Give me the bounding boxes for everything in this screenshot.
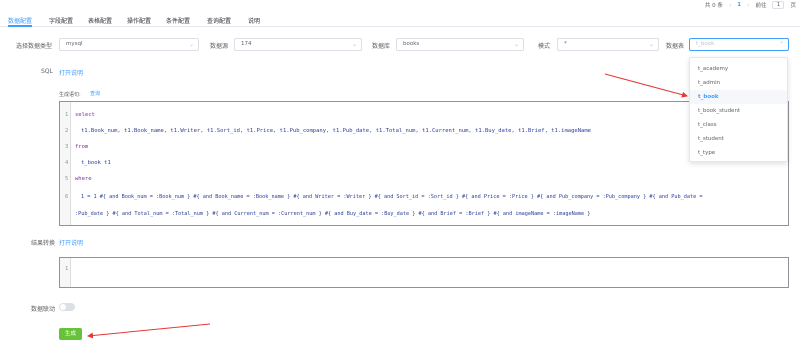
tab-data-config[interactable]: 数据配置 — [8, 16, 32, 25]
goto-label: 前往 — [755, 3, 767, 9]
goto-page-input[interactable]: 1 — [772, 1, 785, 9]
dropdown-option[interactable]: t_academy — [690, 62, 787, 76]
code-text: where — [75, 176, 92, 182]
db-type-select[interactable]: mysql ⌄ — [59, 38, 199, 51]
line-number: 4 — [65, 160, 69, 166]
total-count: 共 0 条 — [704, 3, 723, 9]
code-text: 1 = 1 #{ and Book_num = :Book_num } #{ a… — [81, 194, 703, 200]
db-type-label: 选择数据类型 — [16, 43, 53, 50]
schema-label: 模式 — [538, 43, 551, 50]
line-number: 5 — [65, 176, 69, 182]
code-text: t_book t1 — [81, 160, 111, 166]
datasource-label: 数据源 — [210, 43, 229, 50]
dropdown-option[interactable]: t_student — [690, 132, 787, 146]
line-number: 1 — [65, 266, 69, 272]
config-tabs: 数据配置 字段配置 表格配置 操作配置 条件配置 查询配置 说明 — [0, 13, 800, 27]
dropdown-option[interactable]: t_class — [690, 118, 787, 132]
result-editor[interactable]: 1 — [59, 257, 789, 288]
chevron-down-icon: ⌄ — [351, 41, 357, 48]
gen-query-link[interactable]: 查询 — [90, 90, 100, 97]
active-tab-indicator — [8, 25, 32, 27]
chevron-down-icon: ⌄ — [513, 41, 519, 48]
result-help-link[interactable]: 打开说明 — [59, 238, 83, 247]
tab-condition-config[interactable]: 条件配置 — [166, 16, 190, 25]
code-text: :Pub_date } #{ and Total_num = :Total_nu… — [75, 211, 591, 217]
chevron-down-icon: ⌄ — [648, 41, 654, 48]
sql-label: SQL — [41, 68, 53, 75]
chevron-down-icon: ⌄ — [188, 41, 194, 48]
current-page[interactable]: 1 — [737, 2, 741, 8]
database-select[interactable]: books ⌄ — [396, 38, 524, 51]
database-value: books — [403, 41, 420, 47]
code-text: select — [75, 112, 95, 118]
prev-page-icon[interactable]: ‹ — [729, 2, 731, 9]
code-text: t1.Book_num, t1.Book_name, t1.Writer, t1… — [81, 128, 591, 134]
arrow-to-t-book — [604, 73, 688, 98]
result-convert-label: 结果转换 — [31, 240, 56, 247]
code-text: from — [75, 144, 89, 150]
dropdown-option-selected[interactable]: t_book — [690, 90, 787, 104]
pagination: 共 0 条 ‹ 1 › 前往 1 页 — [705, 0, 800, 10]
tab-table-config[interactable]: 表格配置 — [88, 16, 112, 25]
table-label: 数据表 — [666, 43, 685, 50]
table-placeholder: t_book — [696, 41, 715, 47]
tab-action-config[interactable]: 操作配置 — [127, 16, 151, 25]
dropdown-option[interactable]: t_type — [690, 146, 787, 160]
filter-bar: 选择数据类型 mysql ⌄ 数据源 174 ⌄ 数据库 books ⌄ 模式 … — [0, 38, 800, 51]
line-number: 3 — [65, 144, 69, 150]
line-number: 2 — [65, 128, 69, 134]
schema-value: * — [564, 41, 567, 47]
dropdown-option[interactable]: t_admin — [690, 76, 787, 90]
datasource-value: 174 — [241, 41, 252, 47]
generate-button[interactable]: 生成 — [59, 328, 82, 340]
dropdown-option[interactable]: t_book_student — [690, 104, 787, 118]
tab-field-config[interactable]: 字段配置 — [49, 16, 73, 25]
table-dropdown: t_academy t_admin t_book t_book_student … — [689, 57, 788, 162]
tab-description[interactable]: 说明 — [248, 16, 260, 25]
datasource-select[interactable]: 174 ⌄ — [234, 38, 362, 51]
chevron-up-icon: ⌃ — [778, 41, 784, 48]
table-select[interactable]: t_book ⌃ — [689, 38, 789, 51]
data-linkage-switch[interactable] — [59, 303, 75, 311]
next-page-icon[interactable]: › — [747, 2, 749, 9]
switch-knob — [60, 304, 66, 310]
sql-help-link[interactable]: 打开说明 — [59, 68, 83, 77]
line-number: 6 — [65, 194, 69, 200]
sql-editor[interactable]: 1 select 2 t1.Book_num, t1.Book_name, t1… — [59, 101, 789, 226]
arrow-to-generate — [87, 323, 211, 339]
database-label: 数据库 — [372, 43, 391, 50]
data-linkage-label: 数据联动 — [31, 306, 56, 313]
line-number: 1 — [65, 112, 69, 118]
schema-select[interactable]: * ⌄ — [557, 38, 659, 51]
page-unit-label: 页 — [790, 3, 796, 9]
gen-statement-label: 生成语句: — [59, 92, 81, 98]
tab-query-config[interactable]: 查询配置 — [207, 16, 231, 25]
db-type-value: mysql — [66, 41, 83, 47]
